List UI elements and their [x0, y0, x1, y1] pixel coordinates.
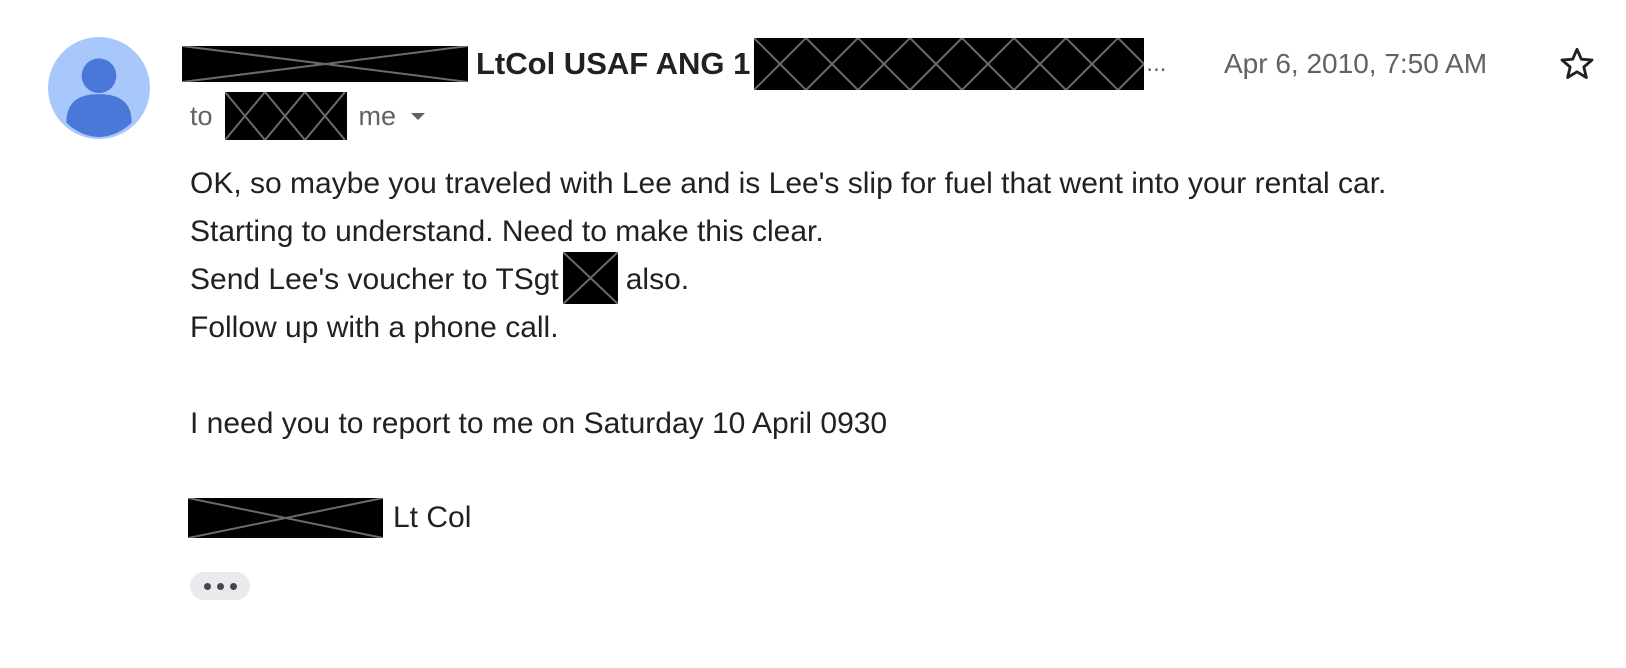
body-text: Send Lee's voucher to TSgt	[190, 263, 559, 296]
body-line: Starting to understand. Need to make thi…	[190, 215, 824, 248]
ellipsis-icon	[229, 582, 237, 590]
body-line: OK, so maybe you traveled with Lee and i…	[190, 167, 1387, 200]
redaction-box	[188, 498, 383, 538]
sender-avatar[interactable]	[48, 37, 150, 139]
redaction-box	[182, 46, 468, 82]
body-line-with-redaction: Send Lee's voucher to TSgt also.	[190, 252, 1386, 305]
star-outline-icon	[1560, 47, 1594, 79]
message-body: OK, so maybe you traveled with Lee and i…	[190, 160, 1386, 448]
show-details-button[interactable]	[406, 104, 430, 128]
ellipsis-icon	[216, 582, 224, 590]
to-label: to	[190, 100, 213, 131]
redaction-box	[224, 92, 347, 140]
message-date[interactable]: Apr 6, 2010, 7:50 AM	[1224, 38, 1487, 90]
ellipsis-icon	[203, 582, 211, 590]
message-header: LtCol USAF ANG 1 ... Apr 6, 2010, 7:50 A…	[182, 38, 1626, 90]
signature-rank: Lt Col	[393, 501, 472, 534]
signature: Lt Col	[188, 496, 471, 540]
sender-name[interactable]: LtCol USAF ANG 1 ...	[182, 38, 1167, 90]
caret-down-icon	[411, 113, 426, 120]
recipient-me: me	[358, 100, 397, 131]
sender-rank-text: LtCol USAF ANG 1	[476, 46, 751, 81]
body-line: Follow up with a phone call.	[190, 311, 559, 344]
body-line: I need you to report to me on Saturday 1…	[190, 407, 888, 440]
star-button[interactable]	[1557, 44, 1597, 84]
recipients-line: to me	[190, 92, 430, 140]
body-text: also.	[625, 263, 690, 296]
redaction-box	[562, 252, 618, 305]
default-avatar-icon	[48, 37, 150, 139]
sender-truncation-ellipsis: ...	[1146, 50, 1167, 77]
show-trimmed-content-button[interactable]	[190, 572, 250, 600]
redaction-box	[754, 38, 1145, 90]
